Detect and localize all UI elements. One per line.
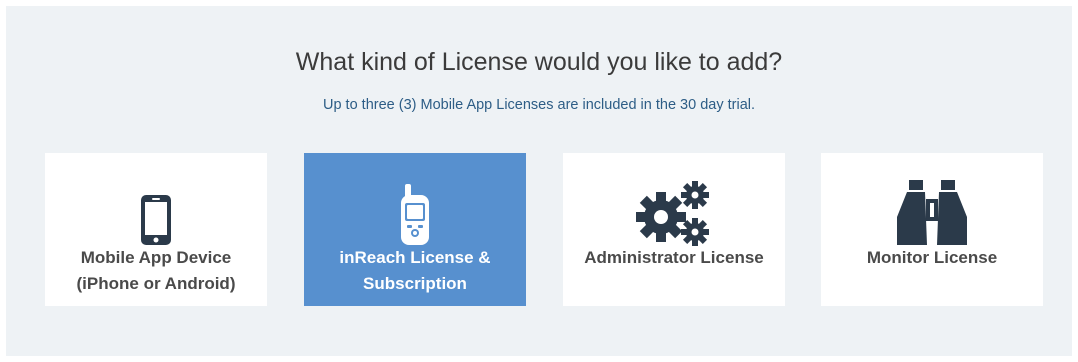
- monitor-license-label: Monitor License: [829, 245, 1035, 271]
- gears-icon: [563, 175, 785, 247]
- card-label-line1: Monitor License: [866, 248, 998, 267]
- mobile-app-device-card[interactable]: Mobile App Device (iPhone or Android): [45, 153, 267, 306]
- binoculars-icon: [821, 175, 1043, 247]
- license-type-panel: What kind of License would you like to a…: [6, 6, 1072, 356]
- inreach-license-card[interactable]: inReach License & Subscription: [304, 153, 526, 306]
- card-label-line1: inReach License &: [339, 248, 491, 267]
- mobile-app-device-label: Mobile App Device (iPhone or Android): [53, 245, 259, 297]
- card-label-line1: Administrator License: [584, 248, 764, 267]
- card-label-line2: Subscription: [363, 274, 467, 293]
- monitor-license-card[interactable]: Monitor License: [821, 153, 1043, 306]
- card-label-line2: (iPhone or Android): [76, 274, 236, 293]
- page-title: What kind of License would you like to a…: [295, 48, 783, 76]
- inreach-license-label: inReach License & Subscription: [312, 245, 518, 297]
- trial-info-text: Up to three (3) Mobile App Licenses are …: [322, 97, 756, 113]
- administrator-license-card[interactable]: Administrator License: [563, 153, 785, 306]
- inreach-device-icon: [304, 175, 526, 247]
- smartphone-icon: [45, 175, 267, 247]
- administrator-license-label: Administrator License: [571, 245, 777, 271]
- card-label-line1: Mobile App Device: [80, 248, 232, 267]
